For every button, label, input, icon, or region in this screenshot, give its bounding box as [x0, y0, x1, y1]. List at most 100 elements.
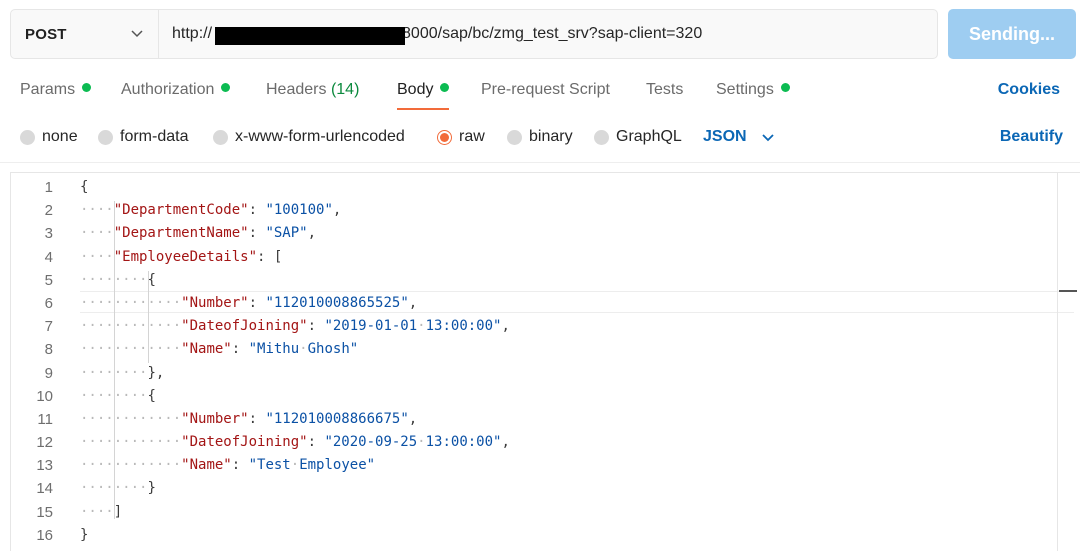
whitespace-dots: ············	[80, 318, 182, 335]
whitespace-dots: ········	[80, 364, 148, 381]
json-punct: ,	[307, 225, 317, 242]
radio-icon	[507, 129, 522, 145]
code-line: 5 ········{	[11, 269, 1051, 292]
tab-pre-request-script[interactable]: Pre-request Script	[481, 78, 610, 112]
radio-graphql-label: GraphQL	[616, 128, 682, 145]
url-input[interactable]: http:// 8000/sap/bc/zmg_test_srv?sap-clie…	[159, 10, 937, 58]
code-line: 8 ············"Name": "Mithu·Ghosh"	[11, 338, 1051, 361]
json-punct: :	[248, 225, 266, 242]
json-punct: ,	[501, 434, 510, 451]
json-string: "112010008866675"	[265, 410, 409, 427]
beautify-button[interactable]: Beautify	[1000, 124, 1063, 150]
json-punct: :	[307, 434, 325, 451]
radio-none[interactable]: none	[20, 124, 78, 150]
json-string: "Mithu·Ghosh"	[248, 341, 359, 358]
status-dot-icon	[221, 83, 231, 92]
tab-body[interactable]: Body	[397, 78, 450, 112]
line-text: ········},	[80, 362, 164, 385]
cookies-link[interactable]: Cookies	[998, 78, 1060, 102]
line-number: 4	[44, 248, 53, 266]
radio-binary[interactable]: binary	[507, 124, 573, 150]
chevron-down-icon	[131, 30, 143, 38]
json-string: "112010008865525"	[265, 294, 409, 311]
json-punct: ,	[408, 410, 418, 427]
radio-icon	[213, 129, 228, 145]
json-punct: {	[147, 387, 156, 404]
line-number: 12	[36, 434, 53, 452]
tab-tests[interactable]: Tests	[646, 78, 683, 112]
code-line: 16}	[11, 524, 1051, 547]
line-number: 5	[44, 271, 53, 289]
radio-graphql[interactable]: GraphQL	[594, 124, 682, 150]
whitespace-dots: ········	[80, 480, 148, 497]
tab-params[interactable]: Params	[20, 78, 92, 112]
json-punct: {	[147, 271, 156, 288]
method-label: POST	[25, 25, 67, 43]
line-text: }	[80, 524, 88, 547]
status-dot-icon	[440, 83, 450, 92]
radio-icon	[20, 129, 35, 145]
whitespace-dots: ········	[80, 271, 148, 288]
json-key: "DepartmentName"	[113, 225, 249, 242]
code-editor[interactable]: 1{2 ····"DepartmentCode": "100100", 3 ····"…	[10, 172, 1080, 551]
radio-icon	[594, 129, 609, 145]
json-string: "2020-09-25·13:00:00"	[324, 434, 502, 451]
radio-icon	[98, 129, 113, 145]
scrollbar-marker	[1059, 290, 1077, 292]
divider	[0, 162, 1080, 163]
json-key: "EmployeeDetails"	[113, 248, 258, 265]
json-punct: {	[80, 179, 89, 195]
radio-selected-icon	[437, 129, 452, 145]
line-number: 11	[37, 410, 53, 428]
code-line: 9 ········},	[11, 362, 1051, 385]
radio-binary-label: binary	[529, 128, 573, 145]
whitespace-dots: ············	[80, 294, 182, 311]
line-text: ············"Name": "Test·Employee"	[80, 454, 375, 477]
whitespace-dots: ····	[80, 225, 114, 242]
radio-raw[interactable]: raw	[437, 124, 485, 150]
json-punct: ,	[501, 318, 510, 335]
json-punct: :	[307, 318, 325, 335]
code-line: 10 ········{	[11, 385, 1051, 408]
code-line: 1{	[11, 176, 1051, 199]
json-key: "Number"	[181, 294, 249, 311]
scrollbar-track[interactable]	[1057, 173, 1058, 551]
tab-authorization[interactable]: Authorization	[121, 78, 231, 112]
json-punct: },	[147, 364, 165, 381]
code-line: 15 ····]	[11, 501, 1051, 524]
line-number: 3	[44, 225, 53, 243]
whitespace-dots: ····	[80, 503, 114, 520]
json-punct: ,	[332, 202, 342, 219]
line-number: 6	[44, 294, 53, 312]
whitespace-dots: ····	[80, 248, 114, 265]
json-punct: ]	[113, 503, 123, 520]
method-dropdown[interactable]: POST	[11, 10, 159, 58]
format-dropdown[interactable]: JSON	[703, 124, 775, 150]
radio-form-data[interactable]: form-data	[98, 124, 188, 150]
tab-settings[interactable]: Settings	[716, 78, 790, 112]
json-punct: :	[248, 410, 266, 427]
redaction-bar	[215, 27, 405, 45]
json-punct: :	[231, 457, 249, 474]
chevron-down-icon	[761, 134, 774, 142]
line-number: 2	[44, 202, 53, 220]
line-text: ····"DepartmentCode": "100100",	[80, 199, 341, 222]
json-key: "Number"	[181, 410, 249, 427]
line-number: 14	[36, 480, 53, 498]
line-number: 13	[36, 457, 53, 475]
tab-headers[interactable]: Headers (14)	[266, 78, 359, 112]
tab-headers-label: Headers	[266, 81, 327, 98]
whitespace-dots: ············	[80, 457, 182, 474]
send-button[interactable]: Sending...	[948, 9, 1076, 59]
json-key: "DepartmentCode"	[113, 202, 249, 219]
radio-urlencoded-label: x-www-form-urlencoded	[235, 128, 405, 145]
code-line: 14 ········}	[11, 477, 1051, 500]
tab-tests-label: Tests	[646, 81, 684, 98]
radio-x-www-form-urlencoded[interactable]: x-www-form-urlencoded	[213, 124, 405, 150]
line-text: ····"EmployeeDetails": [	[80, 246, 282, 269]
line-number: 7	[44, 318, 53, 336]
tab-settings-label: Settings	[716, 81, 774, 98]
json-key: "Name"	[181, 341, 232, 358]
json-punct: ,	[408, 294, 418, 311]
headers-count-badge: (14)	[330, 81, 360, 98]
